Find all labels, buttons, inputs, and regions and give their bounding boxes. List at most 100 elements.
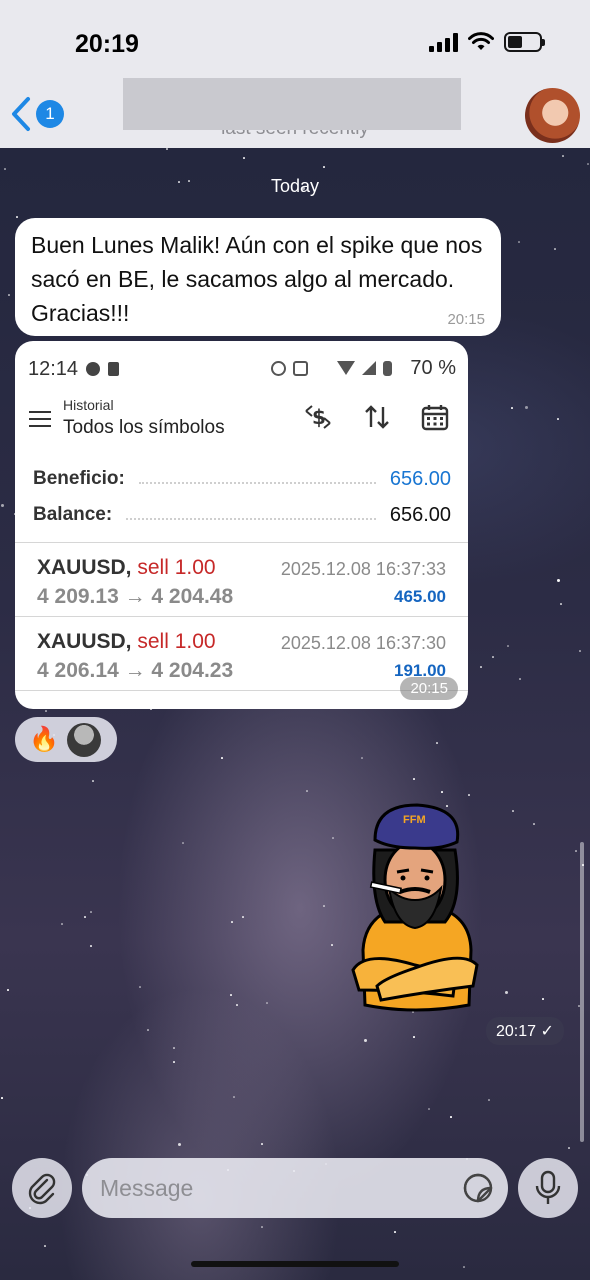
summary-row-balance: Balance: 656.00 <box>33 500 451 530</box>
star <box>436 742 438 744</box>
svg-text:$: $ <box>312 405 326 429</box>
star <box>525 406 528 409</box>
star <box>557 418 559 420</box>
phone-battery-percent: 70 % <box>410 357 456 379</box>
contact-avatar[interactable] <box>525 88 580 143</box>
message-input[interactable] <box>82 1158 508 1218</box>
chat-title-redacted[interactable] <box>123 78 461 130</box>
star <box>236 1004 238 1006</box>
wifi-icon <box>337 361 355 375</box>
star <box>61 923 63 925</box>
sort-icon <box>365 405 389 429</box>
star <box>231 921 233 923</box>
star <box>7 989 9 991</box>
star <box>44 1245 46 1247</box>
star <box>575 850 577 852</box>
star <box>519 678 521 680</box>
star <box>230 994 232 996</box>
star <box>261 1143 263 1145</box>
battery-icon <box>504 32 545 52</box>
message-time: 20:15 <box>447 311 485 328</box>
trade-symbol: XAUUSD, sell 1.00 <box>37 556 216 579</box>
alarm-icon <box>271 361 286 376</box>
star <box>361 757 363 759</box>
star <box>533 823 535 825</box>
star <box>480 666 482 668</box>
reactor-avatar <box>66 722 101 757</box>
volte-icon <box>315 361 330 376</box>
summary-value: 656.00 <box>389 503 451 526</box>
sticker-message[interactable]: FFM <box>345 800 485 1015</box>
summary-label: Beneficio: <box>33 468 125 489</box>
trade-date: 2025.12.08 16:37:30 <box>280 633 446 653</box>
notification-icon <box>86 362 101 376</box>
summary-label: Balance: <box>33 504 113 525</box>
star <box>261 1226 263 1228</box>
star <box>178 1143 181 1146</box>
star <box>1 1097 3 1099</box>
star <box>323 166 325 168</box>
star <box>568 1147 570 1149</box>
top-bar: 20:19 1 last seen recently <box>0 0 590 148</box>
star <box>542 998 544 1000</box>
star <box>221 757 223 759</box>
star <box>233 1096 235 1098</box>
trade-prices: 4 209.13 → 4 204.48 <box>37 585 234 608</box>
star <box>512 810 514 812</box>
sticker-picker-icon[interactable] <box>462 1172 494 1204</box>
star <box>139 986 141 988</box>
app-header: Historial Todos los símbolos $ <box>15 393 468 445</box>
message-reactions[interactable]: 🔥 <box>15 717 117 762</box>
dotted-leader <box>138 482 376 484</box>
star <box>554 248 556 250</box>
trade-row: XAUUSD, sell 1.00 4 206.14 → 4 204.23 20… <box>15 618 468 690</box>
trade-symbol: XAUUSD, sell 1.00 <box>37 630 216 653</box>
star <box>166 148 168 150</box>
sticker-beret-text: FFM <box>403 814 426 826</box>
star <box>173 1047 175 1049</box>
divider <box>15 616 468 617</box>
home-indicator <box>191 1261 399 1267</box>
star <box>505 991 508 994</box>
star <box>441 791 443 793</box>
status-time: 20:19 <box>75 30 139 58</box>
star <box>4 168 6 170</box>
star <box>463 1266 465 1268</box>
trade-date: 2025.12.08 16:37:33 <box>280 559 446 579</box>
star <box>242 916 244 918</box>
sticker-time: 20:17 ✓ <box>486 1017 564 1045</box>
currency-exchange-icon: $ <box>305 405 331 429</box>
star <box>507 645 509 647</box>
incoming-message-bubble[interactable]: Buen Lunes Malik! Aún con el spike que n… <box>15 218 501 336</box>
menu-icon <box>29 411 51 432</box>
wifi-icon <box>468 32 494 50</box>
phone-status-bar: 12:14 70 % <box>28 355 456 383</box>
star <box>90 945 92 947</box>
cellular-signal-icon <box>429 32 458 52</box>
sim-icon <box>108 362 120 376</box>
star <box>90 911 92 913</box>
star <box>147 1029 149 1031</box>
star <box>364 1039 367 1042</box>
screenshot-image-message[interactable]: 12:14 70 % Historial Todos los símbolos … <box>15 341 468 709</box>
voice-message-button[interactable] <box>518 1158 578 1218</box>
star <box>8 294 10 296</box>
star <box>45 710 47 712</box>
message-text: Buen Lunes Malik! Aún con el spike que n… <box>31 232 483 326</box>
signal-icon <box>362 361 376 375</box>
dotted-leader <box>126 518 376 520</box>
paperclip-icon <box>28 1173 56 1205</box>
nfc-icon <box>293 361 308 376</box>
star <box>1 504 4 507</box>
star <box>413 778 415 780</box>
star <box>243 157 245 159</box>
star <box>394 1231 396 1233</box>
star <box>266 1002 268 1004</box>
app-header-title: Todos los símbolos <box>63 417 225 438</box>
star <box>511 407 513 409</box>
scrollbar[interactable] <box>580 842 584 1142</box>
date-divider: Today <box>270 176 320 196</box>
trade-profit: 465.00 <box>394 587 446 606</box>
star <box>428 1108 430 1110</box>
attach-button[interactable] <box>12 1158 72 1218</box>
